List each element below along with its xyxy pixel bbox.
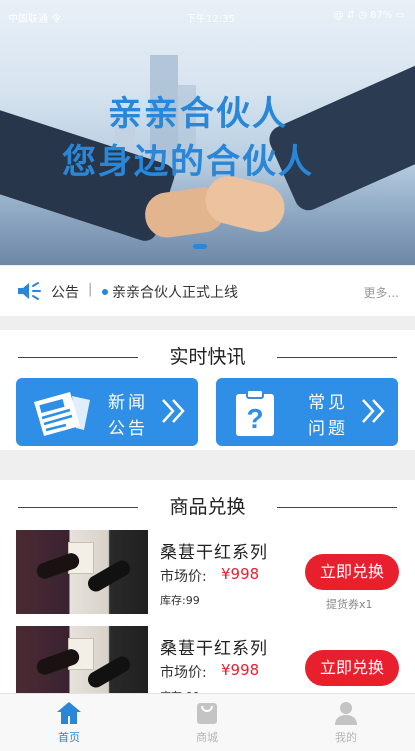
tab-home[interactable]: 首页 [9,694,129,751]
newspaper-icon [30,390,96,440]
product-price: ¥998 [221,565,260,583]
tab-mall[interactable]: 商城 [147,694,267,751]
speaker-icon [16,281,42,305]
divider [277,357,397,358]
status-time: 下午12:35 [186,14,235,25]
product-item[interactable]: 桑葚干红系列 市场价: ¥998 库存:99 立即兑换 提货券x1 [0,530,415,620]
product-price: ¥998 [221,661,260,679]
news-card-line1: 新闻 [108,393,148,413]
tab-profile[interactable]: 我的 [286,694,406,751]
exchange-button[interactable]: 立即兑换 [305,650,399,686]
faq-card[interactable]: ? 常见 问题 [216,378,398,446]
hero-banner[interactable]: 中国联通 令 下午12:35 @ ⇵ ◷ 87% ▭ 亲亲合伙人 您身边的合伙人 [0,0,415,265]
shopping-bag-icon [193,700,221,730]
divider [18,507,138,508]
announcement-text[interactable]: 亲亲合伙人正式上线 [112,282,238,302]
home-icon [55,700,83,730]
divider [277,507,397,508]
news-section: 实时快讯 新闻 公告 ? 常见 问题 [0,330,415,450]
news-card[interactable]: 新闻 公告 [16,378,198,446]
product-name: 桑葚干红系列 [160,543,268,563]
svg-text:?: ? [246,403,263,434]
price-label: 市场价: [160,665,207,681]
bottom-tab-bar: 首页 商城 我的 [0,693,415,751]
status-bar: 中国联通 令 下午12:35 @ ⇵ ◷ 87% ▭ [0,6,415,26]
double-chevron-right-icon [360,397,386,429]
product-image[interactable] [16,530,148,614]
price-label: 市场价: [160,569,207,585]
faq-card-line2: 问题 [308,419,348,439]
exchange-button[interactable]: 立即兑换 [305,554,399,590]
faq-card-line1: 常见 [308,393,348,413]
coupon-requirement: 提货券x1 [326,598,373,611]
more-link[interactable]: 更多... [364,284,399,301]
divider [18,357,138,358]
wine-bottle [34,646,82,678]
double-chevron-right-icon [160,397,186,429]
tab-label: 我的 [335,731,357,744]
product-name: 桑葚干红系列 [160,639,268,659]
announcement-bar[interactable]: 公告 | 亲亲合伙人正式上线 更多... [0,266,415,316]
tab-label: 首页 [58,731,80,744]
news-card-line2: 公告 [108,419,148,439]
section-title: 商品兑换 [169,496,246,518]
tab-label: 商城 [196,731,218,744]
exchange-section: 商品兑换 桑葚干红系列 市场价: ¥998 库存:99 立即兑换 提货券x1 桑… [0,480,415,710]
carousel-indicator[interactable] [193,244,207,249]
section-heading: 商品兑换 [0,494,415,520]
status-indicators: @ ⇵ ◷ 87% ▭ [333,10,406,21]
section-title: 实时快讯 [169,346,246,368]
announcement-separator: | [88,282,93,297]
bullet-dot [102,289,108,295]
question-clipboard-icon: ? [230,389,280,442]
banner-title-line1: 亲亲合伙人 [108,94,288,134]
user-icon [332,700,360,730]
status-carrier: 中国联通 令 [8,14,62,25]
product-stock: 库存:99 [160,594,200,607]
announcement-label: 公告 [51,285,79,301]
banner-title-line2: 您身边的合伙人 [62,142,314,182]
wine-bottle [34,550,82,582]
section-heading: 实时快讯 [0,344,415,370]
